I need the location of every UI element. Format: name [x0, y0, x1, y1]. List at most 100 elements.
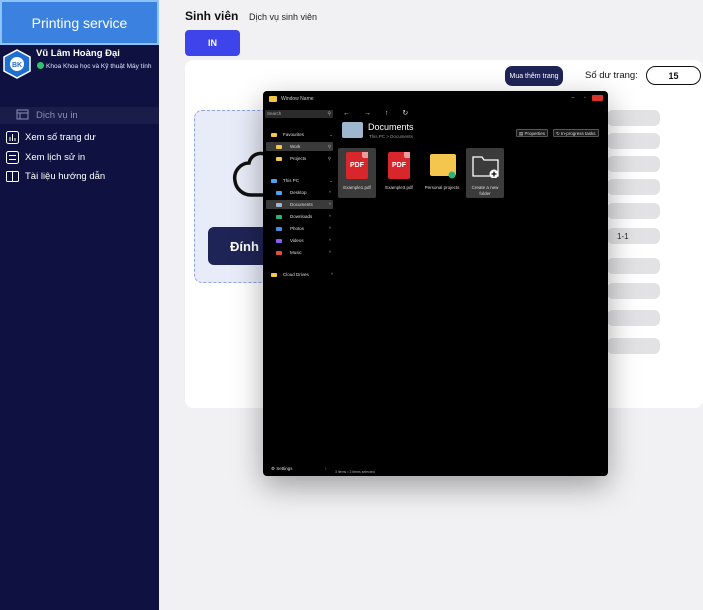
user-profile[interactable]: BK Vũ Lâm Hoàng Đại Khoa Khoa học và Kỹ …	[2, 48, 159, 80]
folder-icon	[271, 272, 277, 277]
search-icon: ⚲	[327, 111, 331, 117]
folder-icon	[276, 144, 282, 149]
tree-item-label: Photos	[290, 226, 305, 231]
search-input[interactable]: Search ⚲	[265, 110, 333, 118]
tree-item-desktop[interactable]: Desktop ^	[266, 188, 333, 197]
tree-item-label: Videos	[290, 238, 304, 243]
settings-button[interactable]: ⚙ Settings	[271, 466, 293, 472]
navigation-arrows[interactable]: ← → ↑ ↻	[343, 109, 414, 117]
tree-item-label: Work	[290, 144, 301, 149]
pc-icon	[271, 178, 277, 183]
page-range-pill[interactable]: 1-1	[607, 228, 660, 244]
tree-item-label: This PC	[283, 178, 300, 183]
window-title: Window Name	[281, 96, 314, 102]
chevron-up-icon: ^	[328, 190, 331, 195]
close-button[interactable]	[592, 95, 603, 101]
file-item-example3-pdf[interactable]: PDF Example3.pdf	[380, 148, 418, 198]
page-title: Sinh viên	[185, 9, 239, 23]
bar-chart-icon	[6, 131, 19, 145]
tree-item-label: Downloads	[290, 214, 313, 219]
file-item-example1-pdf[interactable]: PDF Example1.pdf	[338, 148, 376, 198]
pdf-file-icon: PDF	[346, 152, 368, 179]
videos-icon	[276, 238, 282, 243]
chevron-up-icon: ^	[328, 214, 331, 219]
option-pill	[607, 110, 660, 126]
properties-label: Properties	[524, 131, 546, 136]
chevron-down-icon: ⌄	[329, 178, 333, 183]
option-pill	[607, 338, 660, 354]
chevron-up-icon: ^	[330, 272, 333, 277]
option-pill	[607, 258, 660, 274]
downloads-icon	[276, 214, 282, 219]
sidebar-item-label: Xem lịch sử in	[25, 151, 86, 163]
search-placeholder: Search	[267, 111, 282, 116]
tree-item-cloud-drives[interactable]: Cloud Drives ^	[267, 270, 333, 279]
sidebar-item-remaining-pages[interactable]: Xem số trang dư	[0, 128, 159, 148]
printer-icon	[16, 109, 29, 122]
file-item-personal-projects[interactable]: Personal projects	[423, 148, 461, 198]
user-name: Vũ Lâm Hoàng Đại	[36, 48, 120, 59]
folder-icon	[276, 156, 282, 161]
tree-item-downloads[interactable]: Downloads ^	[266, 212, 333, 221]
option-pill	[607, 310, 660, 326]
option-pill	[607, 283, 660, 299]
file-label: Personal projects	[424, 185, 460, 190]
balance-value: 15	[646, 66, 701, 85]
university-logo-icon: BK	[3, 49, 31, 79]
breadcrumb[interactable]: This PC > Documents	[369, 134, 413, 139]
tree-item-label: Cloud Drives	[283, 272, 309, 277]
balance-label: Số dư trang:	[585, 70, 638, 81]
tree-item-projects[interactable]: Projects ⚲	[266, 154, 333, 163]
create-new-folder-button[interactable]: Create a new folder	[466, 148, 504, 198]
sidebar-item-print-service[interactable]: Dịch vụ in	[0, 107, 159, 124]
buy-pages-button[interactable]: Mua thêm trang	[505, 66, 563, 86]
chevron-right-icon: ›	[325, 466, 327, 471]
chevron-up-icon: ^	[328, 250, 331, 255]
folder-icon	[269, 96, 277, 102]
tree-item-favourites[interactable]: Favourites ⌄	[267, 130, 333, 139]
new-folder-icon	[472, 156, 499, 178]
tree-item-documents[interactable]: Documents ^	[266, 200, 333, 209]
in-progress-tasks-button[interactable]: ↻ In-progress tasks	[553, 129, 599, 137]
tree-item-music[interactable]: Music ^	[266, 248, 333, 257]
settings-label: Settings	[276, 466, 293, 471]
option-pill	[607, 203, 660, 219]
file-label: Example3.pdf	[385, 185, 413, 190]
pin-icon: ⚲	[327, 156, 331, 161]
sidebar-item-label: Xem số trang dư	[25, 132, 96, 144]
page-subtitle: Dịch vụ sinh viên	[249, 12, 318, 22]
tasks-label: In-progress tasks	[561, 131, 596, 136]
cloud-upload-icon	[232, 151, 267, 197]
tree-item-work[interactable]: Work ⚲	[266, 142, 333, 151]
desktop-icon	[276, 190, 282, 195]
tree-item-label: Favourites	[283, 132, 305, 137]
file-label: Example1.pdf	[343, 185, 371, 190]
status-bar-text: 3 items • 2 items selected	[335, 470, 375, 474]
pdf-file-icon: PDF	[388, 152, 410, 179]
app-brand-button[interactable]: Printing service	[0, 0, 159, 45]
tree-item-photos[interactable]: Photos ^	[266, 224, 333, 233]
sidebar-nav: Dịch vụ in Xem số trang dư Xem lịch sử i…	[0, 107, 159, 187]
sidebar-item-print-history[interactable]: Xem lịch sử in	[0, 148, 159, 168]
book-icon	[6, 170, 19, 183]
chevron-up-icon: ^	[328, 238, 331, 243]
tree-item-videos[interactable]: Videos ^	[266, 236, 333, 245]
attach-file-button[interactable]: Đính	[208, 227, 268, 265]
maximize-button[interactable]: ▫	[581, 96, 589, 101]
pin-icon: ⚲	[327, 144, 331, 149]
sidebar-item-user-guide[interactable]: Tài liệu hướng dẫn	[0, 167, 159, 187]
chevron-down-icon: ⌄	[329, 132, 333, 137]
tree-item-label: Desktop	[290, 190, 307, 195]
file-label: Create a new folder	[471, 185, 499, 196]
tree-item-label: Documents	[290, 202, 313, 207]
documents-icon	[276, 202, 282, 207]
list-icon	[6, 150, 19, 164]
folder-icon	[271, 132, 277, 137]
avatar-text: BK	[12, 62, 22, 69]
minimize-button[interactable]: –	[569, 96, 577, 101]
sidebar-item-label: Dịch vụ in	[36, 110, 78, 121]
properties-button[interactable]: ▤ Properties	[516, 129, 549, 137]
tree-item-this-pc[interactable]: This PC ⌄	[267, 176, 333, 185]
print-tab-button[interactable]: IN	[185, 30, 240, 56]
sidebar: Printing service BK Vũ Lâm Hoàng Đại Kho…	[0, 0, 159, 610]
